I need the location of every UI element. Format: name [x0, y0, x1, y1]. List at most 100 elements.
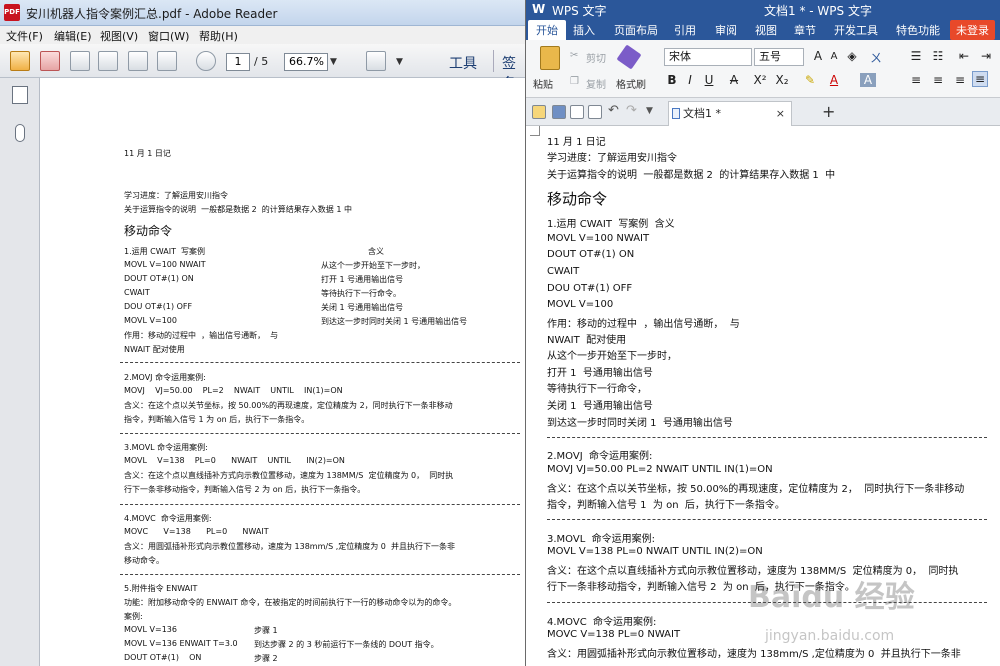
tab-developer[interactable]: 开发工具	[834, 22, 878, 38]
undo-icon[interactable]: ↶	[608, 103, 619, 118]
doc-line[interactable]: 3.MOVL 命令运用案例:	[547, 530, 655, 545]
create-pdf-icon[interactable]	[40, 51, 60, 71]
scissors-icon[interactable]: ✂	[570, 50, 578, 61]
email-icon[interactable]	[157, 51, 177, 71]
doc-line[interactable]: MOVJ VJ=50.00 PL=2 NWAIT UNTIL IN(1)=ON	[547, 464, 773, 475]
align-center-icon[interactable]: ≡	[930, 73, 946, 87]
format-painter-button[interactable]: 格式刷	[616, 76, 646, 91]
tab-insert[interactable]: 插入	[573, 22, 595, 38]
zoom-dropdown-icon[interactable]: ▼	[330, 53, 344, 71]
tab-view[interactable]: 视图	[755, 22, 777, 38]
bold-icon[interactable]: B	[664, 73, 680, 87]
menu-window[interactable]: 窗口(W)	[148, 28, 189, 44]
tab-review[interactable]: 审阅	[715, 22, 737, 38]
copy-icon[interactable]: ❐	[570, 76, 579, 87]
doc-line[interactable]: MOVC V=138 PL=0 NWAIT	[547, 629, 680, 640]
font-color-icon[interactable]: A	[826, 73, 842, 87]
strikethrough-icon[interactable]: A	[726, 73, 742, 87]
menu-file[interactable]: 文件(F)	[6, 28, 43, 44]
reader-title-bar[interactable]: PDF 安川机器人指令案例汇总.pdf - Adobe Reader	[0, 0, 525, 26]
doc-line[interactable]: MOVL V=100	[547, 299, 613, 310]
doc-line[interactable]: DOUT OT#(1) ON	[547, 249, 634, 260]
document-tab[interactable]: 文档1 * ×	[668, 101, 792, 126]
increase-indent-icon[interactable]: ⇥	[978, 49, 994, 63]
clear-format-icon[interactable]: ◈	[844, 49, 860, 63]
tools-pane-button[interactable]: 工具	[449, 53, 477, 73]
redo-icon[interactable]: ↷	[626, 103, 637, 118]
wps-title-bar[interactable]: W WPS 文字 文档1 * - WPS 文字	[526, 0, 1000, 18]
doc-line[interactable]: MOVL V=100 NWAIT	[547, 233, 649, 244]
tab-references[interactable]: 引用	[674, 22, 696, 38]
font-size-select[interactable]: 五号	[754, 48, 804, 66]
save-icon[interactable]	[552, 105, 566, 119]
paste-button[interactable]: 粘贴	[533, 76, 553, 91]
italic-icon[interactable]: I	[682, 73, 698, 87]
subscript-icon[interactable]: X₂	[774, 73, 790, 87]
login-button[interactable]: 未登录	[950, 20, 995, 40]
align-left-icon[interactable]: ≡	[908, 73, 924, 87]
close-tab-icon[interactable]: ×	[776, 102, 785, 125]
copy-button[interactable]: 复制	[586, 76, 606, 91]
paste-icon[interactable]	[540, 46, 560, 70]
underline-icon[interactable]: U	[701, 73, 717, 87]
open-folder-icon[interactable]	[532, 105, 546, 119]
fit-page-icon[interactable]	[366, 51, 386, 71]
superscript-icon[interactable]: X²	[752, 73, 768, 87]
doc-line[interactable]: 指令，判断输入信号 1 为 on 后，执行下一条指令。	[547, 496, 785, 511]
numbered-list-icon[interactable]: ☷	[930, 49, 946, 63]
align-right-icon[interactable]: ≡	[952, 73, 968, 87]
doc-line[interactable]: 关于运算指令的说明 一般都是数据 2 的计算结果存入数据 1 中	[547, 166, 835, 181]
attachments-icon[interactable]	[15, 124, 25, 142]
page-number-input[interactable]: 1	[226, 53, 250, 71]
wps-app-name[interactable]: WPS 文字	[552, 2, 607, 19]
doc-line[interactable]: 4.MOVC 命令运用案例:	[547, 613, 656, 628]
highlight-icon[interactable]: ✎	[802, 73, 818, 87]
qa-customize-icon[interactable]: ▼	[646, 106, 653, 116]
doc-line[interactable]: CWAIT	[547, 266, 579, 277]
tab-page-layout[interactable]: 页面布局	[614, 22, 658, 38]
decrease-indent-icon[interactable]: ⇤	[956, 49, 972, 63]
font-family-select[interactable]: 宋体	[664, 48, 752, 66]
more-tools-dropdown-icon[interactable]: ▼	[396, 57, 403, 67]
tab-special-features[interactable]: 特色功能	[896, 22, 940, 38]
doc-line[interactable]: 1.运用 CWAIT 写案例 含义	[547, 215, 675, 230]
menu-edit[interactable]: 编辑(E)	[54, 28, 92, 44]
print-icon[interactable]	[128, 51, 148, 71]
print-icon[interactable]	[570, 105, 584, 119]
grow-font-icon[interactable]: A	[810, 49, 826, 63]
doc-line[interactable]: 作用：移动的过程中 ，输出信号通断， 与	[547, 315, 740, 330]
phonetic-icon[interactable]: ㄨ	[868, 49, 884, 66]
doc-line[interactable]: 学习进度：了解运用安川指令	[547, 149, 677, 164]
new-tab-icon[interactable]: +	[822, 102, 835, 121]
shrink-font-icon[interactable]: A	[826, 51, 842, 62]
char-shading-icon[interactable]: A	[860, 73, 876, 87]
doc-line[interactable]: DOU OT#(1) OFF	[547, 283, 632, 294]
doc-line[interactable]: 等待执行下一行命令，	[547, 380, 647, 395]
menu-help[interactable]: 帮助(H)	[199, 28, 238, 44]
open-icon[interactable]	[10, 51, 30, 71]
save-icon[interactable]	[98, 51, 118, 71]
doc-line[interactable]: 2.MOVJ 命令运用案例:	[547, 447, 652, 462]
doc-line[interactable]: 打开 1 号通用输出信号	[547, 364, 653, 379]
doc-line[interactable]: 关闭 1 号通用输出信号	[547, 397, 653, 412]
zoom-input[interactable]: 66.7%	[284, 53, 328, 71]
doc-line[interactable]: 从这个一步开始至下一步时，	[547, 347, 677, 362]
page-thumbnails-icon[interactable]	[12, 86, 28, 104]
doc-heading[interactable]: 移动命令	[547, 188, 607, 209]
doc-line[interactable]: 含义：用圆弧插补形式向示教位置移动，速度为 138mm/S ,定位精度为 0 并…	[547, 645, 961, 660]
tab-chapter[interactable]: 章节	[794, 22, 816, 38]
menu-view[interactable]: 视图(V)	[100, 28, 138, 44]
cut-button[interactable]: 剪切	[586, 50, 606, 65]
tab-home[interactable]: 开始	[528, 20, 566, 40]
edit-icon[interactable]	[70, 51, 90, 71]
print-preview-icon[interactable]	[588, 105, 602, 119]
bullet-list-icon[interactable]: ☰	[908, 49, 924, 63]
format-painter-icon[interactable]	[616, 44, 642, 70]
doc-line[interactable]: NWAIT 配对使用	[547, 331, 626, 346]
previous-page-icon[interactable]	[196, 51, 216, 71]
doc-line[interactable]: 11 月 1 日记	[547, 133, 606, 148]
justify-icon[interactable]: ≡	[972, 71, 988, 87]
doc-line[interactable]: MOVL V=138 PL=0 NWAIT UNTIL IN(2)=ON	[547, 546, 763, 557]
doc-line[interactable]: 到达这一步时同时关闭 1 号通用输出信号	[547, 414, 733, 429]
doc-line[interactable]: 含义：在这个点以关节坐标，按 50.00%的再现速度，定位精度为 2， 同时执行…	[547, 480, 964, 495]
